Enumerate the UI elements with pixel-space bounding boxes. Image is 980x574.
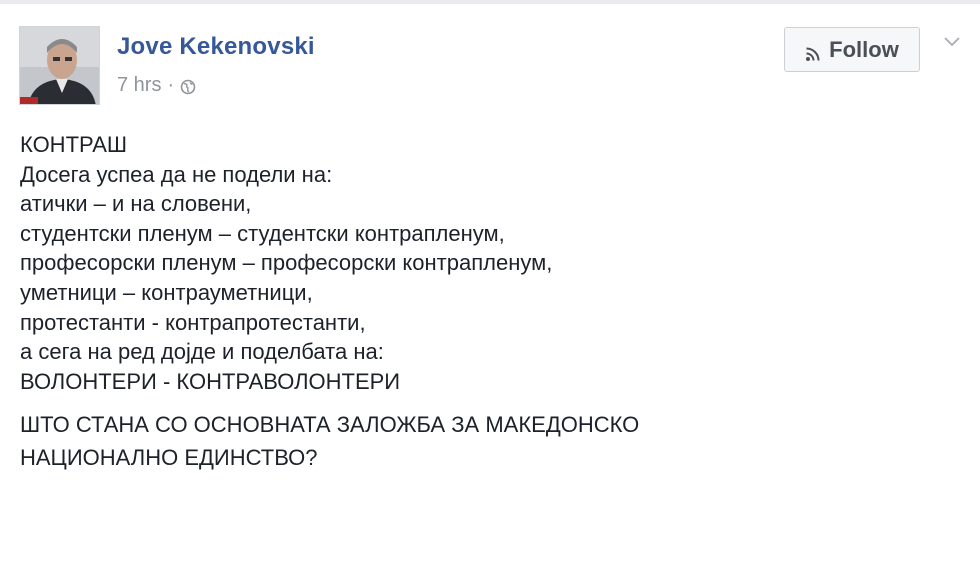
post-line: студентски пленум – студентски контрапле… — [20, 220, 505, 246]
post-timestamp[interactable]: 7 hrs — [117, 74, 161, 97]
chevron-down-icon — [944, 37, 960, 47]
post-meta: 7 hrs · — [117, 74, 196, 97]
post-paragraph: ШТО СТАНА СО ОСНОВНАТА ЗАЛОЖБА ЗА МАКЕДО… — [20, 408, 960, 474]
post-body: КОНТРАШ Досега успеа да не подели на: ат… — [20, 130, 960, 474]
feed-top-divider — [0, 0, 980, 4]
meta-separator: · — [167, 74, 175, 96]
post-line: ВОЛОНТЕРИ - КОНТРАВОЛОНТЕРИ — [20, 368, 401, 394]
post-line: ШТО СТАНА СО ОСНОВНАТА ЗАЛОЖБА ЗА МАКЕДО… — [20, 412, 640, 438]
follow-button[interactable]: Follow — [784, 27, 920, 72]
author-name-link[interactable]: Jove Kekenovski — [117, 33, 315, 61]
post-line: професорски пленум – професорски контрап… — [20, 250, 553, 276]
post-line: КОНТРАШ — [20, 132, 128, 157]
post-options-button[interactable] — [938, 30, 966, 54]
rss-icon — [805, 42, 821, 61]
post-line: уметници – контрауметници, — [20, 279, 313, 305]
avatar-photo — [20, 27, 99, 104]
follow-button-label: Follow — [829, 36, 899, 62]
post-line: протестанти - контрапротестанти, — [20, 309, 366, 335]
post-paragraph: КОНТРАШ Досега успеа да не подели на: ат… — [20, 130, 960, 396]
globe-icon[interactable] — [180, 78, 196, 94]
post-line: а сега на ред дојде и поделбата на: — [20, 339, 384, 365]
post-line: атички – и на словени, — [20, 191, 252, 217]
post-line: НАЦИОНАЛНО ЕДИНСТВО? — [20, 445, 318, 471]
post-line: Досега успеа да не подели на: — [20, 161, 333, 187]
avatar[interactable] — [19, 26, 100, 105]
